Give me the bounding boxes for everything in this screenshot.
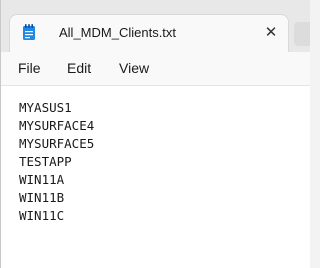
editor-line: WIN11A [19, 172, 65, 187]
menu-view[interactable]: View [119, 60, 149, 76]
notepad-file-icon [22, 24, 36, 41]
menu-file[interactable]: File [18, 60, 41, 76]
editor-line: MYSURFACE5 [19, 136, 95, 151]
new-tab-button[interactable] [294, 22, 310, 46]
editor-line: WIN11C [19, 208, 65, 223]
tab-title: All_MDM_Clients.txt [59, 25, 177, 40]
tab-all-mdm-clients[interactable]: All_MDM_Clients.txt ✕ [9, 14, 289, 52]
editor-line: TESTAPP [19, 154, 72, 169]
tab-strip: All_MDM_Clients.txt ✕ [1, 0, 310, 52]
menu-edit[interactable]: Edit [67, 60, 91, 76]
notepad-window: All_MDM_Clients.txt ✕ File Edit View MYA… [0, 0, 310, 268]
close-icon[interactable]: ✕ [260, 21, 282, 43]
editor-line: MYASUS1 [19, 100, 72, 115]
editor-line: WIN11B [19, 190, 65, 205]
menu-bar: File Edit View [1, 52, 310, 86]
editor-line: MYSURFACE4 [19, 118, 95, 133]
text-editor-area[interactable]: MYASUS1 MYSURFACE4 MYSURFACE5 TESTAPP WI… [1, 86, 310, 268]
